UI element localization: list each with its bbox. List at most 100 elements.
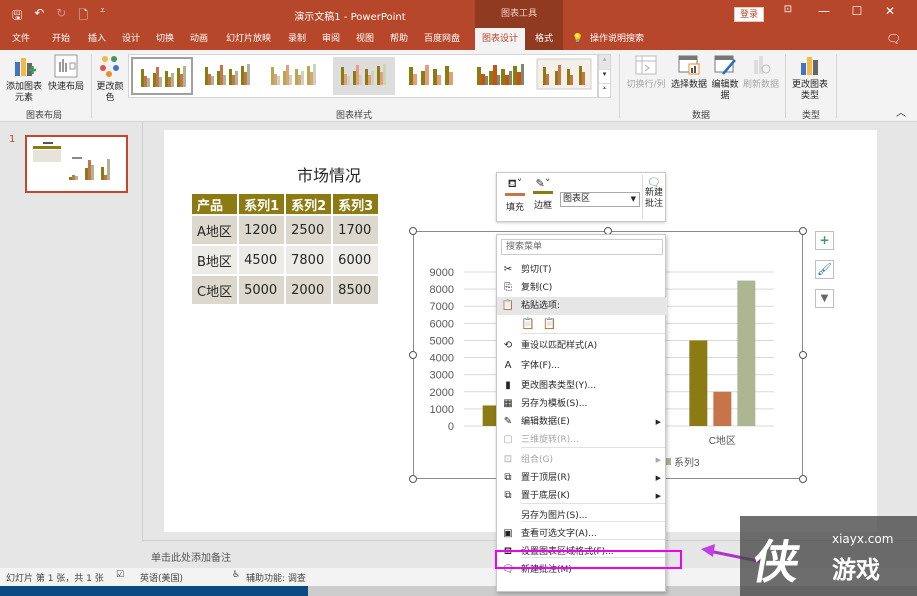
bar-系列1-C地区 bbox=[689, 340, 708, 426]
document-title: 演示文稿1 - PowerPoint bbox=[294, 12, 406, 23]
slide-thumbnail[interactable] bbox=[25, 135, 128, 193]
menu-item[interactable]: ▣ 查看可选文字(A)... bbox=[497, 525, 667, 543]
table-cell: C地区 bbox=[189, 274, 240, 306]
tab-review[interactable]: 审阅 bbox=[322, 28, 340, 50]
menu-separator bbox=[521, 333, 665, 334]
table-cell: 4500 bbox=[237, 244, 287, 276]
menu-item-label: 置于顶层(R) bbox=[521, 473, 571, 483]
menu-search-input[interactable]: 搜索菜单 bbox=[501, 239, 663, 255]
minimize-icon[interactable]: — bbox=[814, 4, 834, 18]
menu-item[interactable]: 另存为图片(S)... bbox=[497, 507, 667, 525]
ribbon-display-icon[interactable]: ⊡ bbox=[778, 4, 798, 15]
outline-color-swatch bbox=[533, 191, 553, 194]
menu-item-label: 组合(G) bbox=[521, 455, 553, 465]
separator bbox=[836, 54, 837, 118]
chart-element-dropdown[interactable]: 图表区 ▼ bbox=[560, 192, 640, 207]
switch-row-column-button[interactable]: 切换行/列 bbox=[624, 54, 668, 91]
bar-系列2-C地区 bbox=[713, 391, 732, 426]
chart-elements-button[interactable]: + bbox=[815, 231, 834, 250]
resize-handle[interactable] bbox=[799, 475, 807, 483]
gallery-expand-icon[interactable]: ⩡ bbox=[599, 83, 610, 97]
send-back-icon: ⧉ bbox=[504, 490, 512, 501]
menu-item[interactable]: ▦ 另存为模板(S)... bbox=[497, 395, 667, 413]
menu-item[interactable]: ⧉ 置于顶层(R) ▶ bbox=[497, 469, 667, 487]
title-bar: 🖫 ↶ ↻ 🗋 ⩡ 演示文稿1 - PowerPoint 图表工具 登录 ⊡ —… bbox=[0, 0, 917, 28]
fill-button[interactable]: ⛾˅ 填充 bbox=[505, 177, 525, 213]
tab-transitions[interactable]: 切换 bbox=[156, 28, 174, 50]
tell-me-search[interactable]: 操作说明搜索 bbox=[590, 28, 644, 50]
quick-layout-button[interactable]: 快速布局 bbox=[46, 54, 86, 93]
tab-help[interactable]: 帮助 bbox=[390, 28, 408, 50]
tab-slideshow[interactable]: 幻灯片放映 bbox=[226, 28, 271, 50]
chart-style-4[interactable] bbox=[333, 57, 395, 95]
edit-data-button[interactable]: 编辑数据 bbox=[710, 54, 740, 102]
fill-color-swatch bbox=[505, 193, 525, 196]
accessibility-status[interactable]: 辅助功能: 调查 bbox=[246, 571, 306, 584]
chart-style-3[interactable] bbox=[263, 57, 325, 95]
comments-icon[interactable]: 🗨 bbox=[886, 28, 901, 50]
menu-item[interactable]: ✂ 剪切(T) bbox=[497, 261, 667, 279]
gallery-scroll-up-icon[interactable]: ▴ bbox=[599, 55, 610, 69]
resize-handle[interactable] bbox=[409, 351, 417, 359]
outline-button[interactable]: ✎˅ 边框 bbox=[533, 177, 553, 211]
tab-design[interactable]: 设计 bbox=[122, 28, 140, 50]
annotation-highlight bbox=[495, 550, 682, 569]
paste-keep-formatting-icon[interactable]: 📋 bbox=[521, 317, 535, 330]
maximize-icon[interactable]: ☐ bbox=[847, 4, 867, 18]
gallery-scroll-down-icon[interactable]: ▾ bbox=[599, 69, 610, 83]
chart-filters-button[interactable]: ▼ bbox=[815, 289, 834, 308]
color-palette-icon bbox=[100, 56, 119, 77]
login-button[interactable]: 登录 bbox=[734, 7, 764, 22]
close-icon[interactable]: ✕ bbox=[880, 4, 900, 18]
tab-format[interactable]: 格式 bbox=[525, 28, 563, 50]
resize-handle[interactable] bbox=[409, 475, 417, 483]
y-tick-label: 5000 bbox=[430, 335, 454, 347]
menu-item[interactable]: ⧉ 置于底层(K) ▶ bbox=[497, 487, 667, 505]
menu-item[interactable]: A 字体(F)... bbox=[497, 357, 667, 375]
chart-style-2[interactable] bbox=[197, 57, 259, 95]
language-status[interactable]: 英语(美国) bbox=[140, 571, 183, 584]
mini-toolbar: ⛾˅ 填充 ✎˅ 边框 图表区 ▼ 🗨 新建批注 bbox=[496, 172, 666, 222]
chart-style-6[interactable] bbox=[469, 57, 531, 95]
tab-view[interactable]: 视图 bbox=[356, 28, 374, 50]
tab-baidu-netdisk[interactable]: 百度网盘 bbox=[424, 28, 460, 50]
change-colors-button[interactable]: 更改颜色 bbox=[96, 54, 124, 104]
add-chart-element-button[interactable]: 添加图表元素 bbox=[4, 54, 44, 104]
refresh-data-button[interactable]: 刷新数据 bbox=[742, 54, 780, 91]
chart-style-7[interactable] bbox=[535, 57, 597, 95]
resize-handle[interactable] bbox=[799, 351, 807, 359]
submenu-arrow-icon: ▶ bbox=[655, 456, 661, 464]
notes-placeholder: 单击此处添加备注 bbox=[151, 553, 231, 564]
change-chart-type-button[interactable]: 更改图表类型 bbox=[790, 54, 830, 102]
tab-animations[interactable]: 动画 bbox=[190, 28, 208, 50]
tab-file[interactable]: 文件 bbox=[12, 28, 30, 50]
tab-home[interactable]: 开始 bbox=[52, 28, 70, 50]
tab-insert[interactable]: 插入 bbox=[88, 28, 106, 50]
collapse-ribbon-icon[interactable]: ︿ bbox=[896, 108, 906, 119]
chart-styles-button[interactable]: 🖌 bbox=[815, 260, 834, 279]
change-chart-type-icon bbox=[801, 57, 818, 75]
resize-handle[interactable] bbox=[409, 227, 417, 235]
new-comment-button[interactable]: 🗨 新建批注 bbox=[643, 177, 665, 210]
menu-item[interactable]: ✎ 编辑数据(E) ▶ bbox=[497, 413, 667, 431]
resize-handle[interactable] bbox=[799, 227, 807, 235]
menu-item[interactable]: ⟲ 重设以匹配样式(A) bbox=[497, 337, 667, 355]
data-table[interactable]: 产品 系列1 系列2 系列3 A地区 1200 2500 1700 B地区 45… bbox=[189, 192, 381, 306]
chart-style-5[interactable] bbox=[401, 57, 463, 95]
menu-item[interactable]: ▮ 更改图表类型(Y)... bbox=[497, 377, 667, 395]
paste-picture-icon[interactable]: 📋 bbox=[543, 317, 557, 330]
menu-item[interactable]: 📋 粘贴选项: bbox=[497, 297, 667, 315]
taskbar-progress bbox=[0, 586, 308, 596]
chart-style-1[interactable] bbox=[131, 57, 193, 95]
table-header: 系列1 bbox=[237, 192, 287, 216]
slide-title[interactable]: 市场情况 bbox=[297, 162, 361, 186]
select-data-button[interactable]: 选择数据 bbox=[670, 54, 708, 91]
menu-item[interactable]: ⎘ 复制(C) bbox=[497, 279, 667, 297]
tab-chart-design[interactable]: 图表设计 bbox=[475, 28, 525, 50]
ribbon-tabs: 文件 开始 插入 设计 切换 动画 幻灯片放映 录制 审阅 视图 帮助 百度网盘… bbox=[0, 28, 917, 50]
menu-item-label: 另存为模板(S)... bbox=[521, 399, 588, 409]
tab-record[interactable]: 录制 bbox=[288, 28, 306, 50]
spellcheck-icon[interactable]: ☑ bbox=[116, 570, 124, 580]
menu-item-label: 编辑数据(E) bbox=[521, 417, 570, 427]
edit-data-icon bbox=[714, 55, 736, 75]
